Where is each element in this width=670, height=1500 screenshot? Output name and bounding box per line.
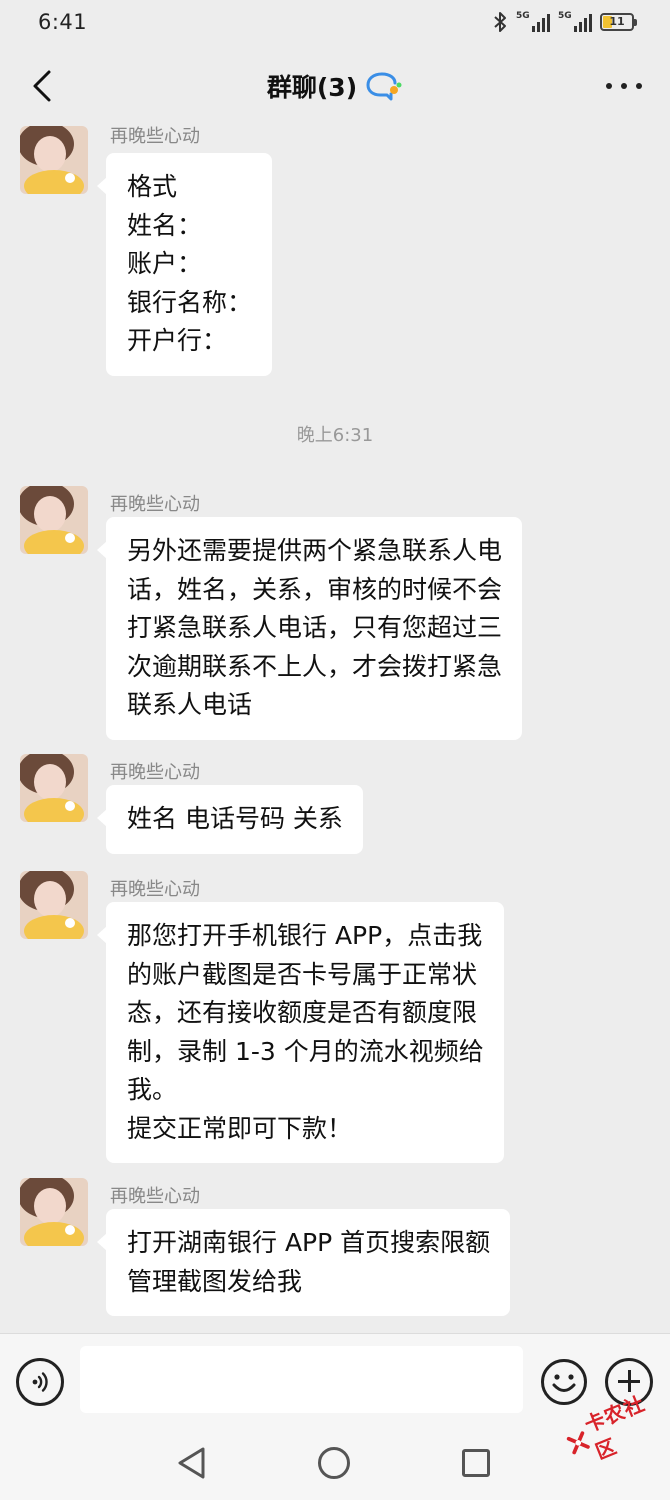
square-recent-icon[interactable] [462, 1449, 490, 1477]
group-chat-badge-icon [366, 72, 402, 101]
status-time: 6:41 [38, 10, 88, 34]
bluetooth-icon [494, 12, 506, 32]
avatar[interactable] [20, 486, 88, 554]
sender-name: 再晚些心动 [110, 1186, 200, 1207]
avatar[interactable] [20, 126, 88, 194]
message-bubble[interactable]: 那您打开手机银行 APP，点击我 的账户截图是否卡号属于正常状 态，还有接收额度… [97, 902, 504, 1163]
voice-button[interactable] [16, 1358, 64, 1406]
input-bar [0, 1333, 670, 1427]
avatar[interactable] [20, 754, 88, 822]
sender-name: 再晚些心动 [110, 762, 200, 783]
circle-home-icon[interactable] [318, 1447, 350, 1479]
more-dots-icon [606, 83, 612, 89]
avatar[interactable] [20, 871, 88, 939]
sender-name: 再晚些心动 [110, 879, 200, 900]
chat-title-group: 群聊(3) [267, 68, 403, 104]
chevron-left-icon [33, 70, 51, 102]
time-separator: 晚上6:31 [296, 425, 374, 446]
emoji-icon [541, 1359, 587, 1405]
message-input[interactable] [80, 1346, 523, 1413]
message-bubble[interactable]: 另外还需要提供两个紧急联系人电 话，姓名，关系，审核的时候不会 打紧急联系人电话… [96, 517, 523, 740]
message-bubble[interactable]: 姓名 电话号码 关系 [97, 785, 363, 854]
more-options-button[interactable] [606, 74, 642, 98]
message-bubble[interactable]: 打开湖南银行 APP 首页搜索限额 管理截图发给我 [96, 1209, 511, 1316]
status-icons: 5G 5G 11 [492, 11, 637, 33]
emoji-button[interactable] [540, 1358, 588, 1406]
back-button[interactable] [22, 66, 62, 106]
avatar[interactable] [20, 1178, 88, 1246]
voice-icon [32, 1372, 48, 1392]
triangle-back-icon[interactable] [175, 1445, 207, 1481]
chat-title: 群聊(3) [266, 73, 358, 102]
message-bubble[interactable]: 格式 姓名： 账户： 银行名称： 开户行： [96, 153, 273, 376]
battery-icon: 11 [600, 13, 637, 31]
sender-name: 再晚些心动 [110, 126, 200, 147]
status-bar: 6:41 5G 5G 11 [0, 0, 670, 44]
chat-message-list[interactable]: 再晚些心动 格式 姓名： 账户： 银行名称： 开户行： 晚上6:31 再晚些心动… [0, 118, 670, 1333]
chat-header: 群聊(3) [0, 44, 670, 128]
signal-1-icon: 5G [516, 11, 550, 32]
signal-2-icon: 5G [558, 11, 592, 32]
sender-name: 再晚些心动 [110, 494, 200, 515]
